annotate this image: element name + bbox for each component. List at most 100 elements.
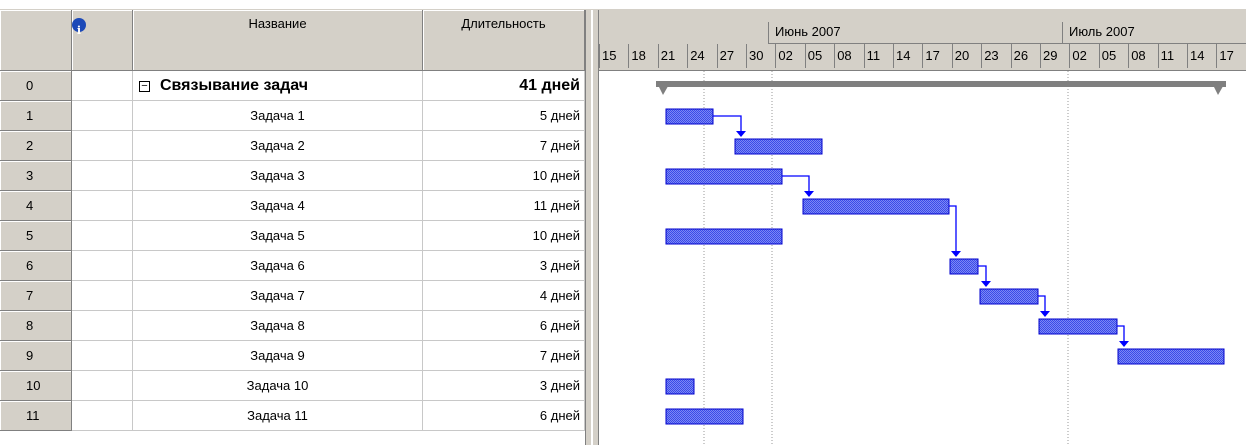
column-header-duration-label: Длительность bbox=[461, 16, 546, 31]
task-row[interactable]: 8 Задача 8 6 дней bbox=[0, 311, 600, 341]
task-duration-cell[interactable]: 3 дней bbox=[423, 371, 585, 401]
task-row[interactable]: 10 Задача 10 3 дней bbox=[0, 371, 600, 401]
task-name-cell[interactable]: Задача 5 bbox=[133, 221, 423, 251]
row-id[interactable]: 2 bbox=[0, 131, 72, 161]
task-bar bbox=[979, 288, 1039, 305]
dependency-arrow bbox=[951, 251, 961, 257]
task-name-cell[interactable]: Задача 2 bbox=[133, 131, 423, 161]
task-name-cell[interactable]: Задача 3 bbox=[133, 161, 423, 191]
indicator-cell[interactable] bbox=[72, 221, 133, 251]
column-header-indicators[interactable]: i bbox=[72, 10, 133, 71]
task-duration-cell[interactable]: 10 дней bbox=[423, 221, 585, 251]
dependency-link bbox=[1117, 325, 1125, 342]
row-id[interactable]: 10 bbox=[0, 371, 72, 401]
task-duration-cell[interactable]: 4 дней bbox=[423, 281, 585, 311]
column-header-name[interactable]: Название bbox=[133, 10, 423, 71]
collapse-icon[interactable]: − bbox=[139, 81, 150, 92]
task-bar bbox=[665, 168, 783, 185]
dependency-arrow bbox=[736, 131, 746, 137]
task-name-cell[interactable]: Задача 4 bbox=[133, 191, 423, 221]
summary-bar bbox=[656, 81, 1226, 87]
day-label: 11 bbox=[1157, 44, 1187, 68]
indicator-cell[interactable] bbox=[72, 71, 133, 101]
row-id[interactable]: 9 bbox=[0, 341, 72, 371]
task-row[interactable]: 9 Задача 9 7 дней bbox=[0, 341, 600, 371]
task-bar bbox=[665, 378, 695, 395]
day-label: 15 bbox=[599, 44, 628, 68]
view-splitter[interactable] bbox=[585, 10, 599, 445]
row-id[interactable]: 7 bbox=[0, 281, 72, 311]
task-row[interactable]: 6 Задача 6 3 дней bbox=[0, 251, 600, 281]
task-name-cell[interactable]: Задача 9 bbox=[133, 341, 423, 371]
summary-bar-start-cap bbox=[656, 81, 671, 95]
task-row[interactable]: 7 Задача 7 4 дней bbox=[0, 281, 600, 311]
project-gantt-view: i Название Длительность 0 − Связывание зад… bbox=[0, 0, 1246, 445]
indicator-cell[interactable] bbox=[72, 191, 133, 221]
task-duration-cell[interactable]: 7 дней bbox=[423, 131, 585, 161]
task-name-cell[interactable]: Задача 7 bbox=[133, 281, 423, 311]
task-name-text: Задача 1 bbox=[250, 108, 305, 123]
task-row[interactable]: 4 Задача 4 11 дней bbox=[0, 191, 600, 221]
indicator-cell[interactable] bbox=[72, 311, 133, 341]
task-duration-cell[interactable]: 6 дней bbox=[423, 311, 585, 341]
row-id[interactable]: 3 bbox=[0, 161, 72, 191]
day-label: 17 bbox=[1216, 44, 1245, 68]
task-name-cell[interactable]: Задача 11 bbox=[133, 401, 423, 431]
row-id[interactable]: 4 bbox=[0, 191, 72, 221]
task-duration-cell[interactable]: 11 дней bbox=[423, 191, 585, 221]
task-name-text: Задача 7 bbox=[250, 288, 305, 303]
dependency-link bbox=[978, 265, 987, 282]
day-label: 17 bbox=[922, 44, 951, 68]
task-duration-cell[interactable]: 5 дней bbox=[423, 101, 585, 131]
indicator-cell[interactable] bbox=[72, 401, 133, 431]
task-bar bbox=[665, 408, 744, 425]
task-row[interactable]: 3 Задача 3 10 дней bbox=[0, 161, 600, 191]
indicator-cell[interactable] bbox=[72, 161, 133, 191]
summary-bar-end-cap bbox=[1211, 81, 1226, 95]
day-label: 08 bbox=[834, 44, 863, 68]
task-row[interactable]: 5 Задача 5 10 дней bbox=[0, 221, 600, 251]
task-row[interactable]: 1 Задача 1 5 дней bbox=[0, 101, 600, 131]
task-bar bbox=[665, 108, 714, 125]
select-all-corner[interactable] bbox=[0, 10, 72, 71]
task-name-cell[interactable]: Задача 1 bbox=[133, 101, 423, 131]
indicator-cell[interactable] bbox=[72, 251, 133, 281]
row-id[interactable]: 8 bbox=[0, 311, 72, 341]
row-id[interactable]: 1 bbox=[0, 101, 72, 131]
day-label: 11 bbox=[863, 44, 893, 68]
row-id[interactable]: 5 bbox=[0, 221, 72, 251]
indicator-cell[interactable] bbox=[72, 371, 133, 401]
summary-task-row[interactable]: 0− Связывание задач 41 дней bbox=[0, 71, 600, 101]
task-name-cell[interactable]: Задача 10 bbox=[133, 371, 423, 401]
task-name-text: Задача 4 bbox=[250, 198, 305, 213]
row-id[interactable]: 6 bbox=[0, 251, 72, 281]
indicator-cell[interactable] bbox=[72, 341, 133, 371]
task-name-text: Задача 3 bbox=[250, 168, 305, 183]
day-label: 02 bbox=[1069, 44, 1098, 68]
task-name-cell[interactable]: Задача 6 bbox=[133, 251, 423, 281]
day-label: 18 bbox=[628, 44, 657, 68]
row-id[interactable]: 11 bbox=[0, 401, 72, 431]
task-name-text: Связывание задач bbox=[160, 77, 309, 94]
day-label: 08 bbox=[1128, 44, 1157, 68]
task-duration-cell[interactable]: 3 дней bbox=[423, 251, 585, 281]
column-header-duration[interactable]: Длительность bbox=[423, 10, 585, 71]
indicator-cell[interactable] bbox=[72, 281, 133, 311]
task-duration-cell[interactable]: 10 дней bbox=[423, 161, 585, 191]
indicator-cell[interactable] bbox=[72, 101, 133, 131]
timescale-header: Июнь 2007 Июль 2007 15 18 21 24 27 30 02 05 08 11… bbox=[599, 10, 1246, 71]
row-id[interactable]: 0 bbox=[0, 71, 72, 101]
task-name-cell[interactable]: Задача 8 bbox=[133, 311, 423, 341]
day-label: 05 bbox=[804, 44, 834, 68]
indicator-cell[interactable] bbox=[72, 131, 133, 161]
day-label: 23 bbox=[981, 44, 1010, 68]
task-name-text: Задача 9 bbox=[250, 348, 305, 363]
task-row[interactable]: 11 Задача 11 6 дней bbox=[0, 401, 600, 431]
task-duration-cell[interactable]: 41 дней bbox=[423, 71, 585, 101]
task-duration-cell[interactable]: 7 дней bbox=[423, 341, 585, 371]
task-duration-cell[interactable]: 6 дней bbox=[423, 401, 585, 431]
info-icon: i bbox=[72, 18, 86, 37]
task-name-cell[interactable]: − Связывание задач bbox=[133, 71, 423, 101]
day-label: 05 bbox=[1098, 44, 1128, 68]
task-row[interactable]: 2 Задача 2 7 дней bbox=[0, 131, 600, 161]
